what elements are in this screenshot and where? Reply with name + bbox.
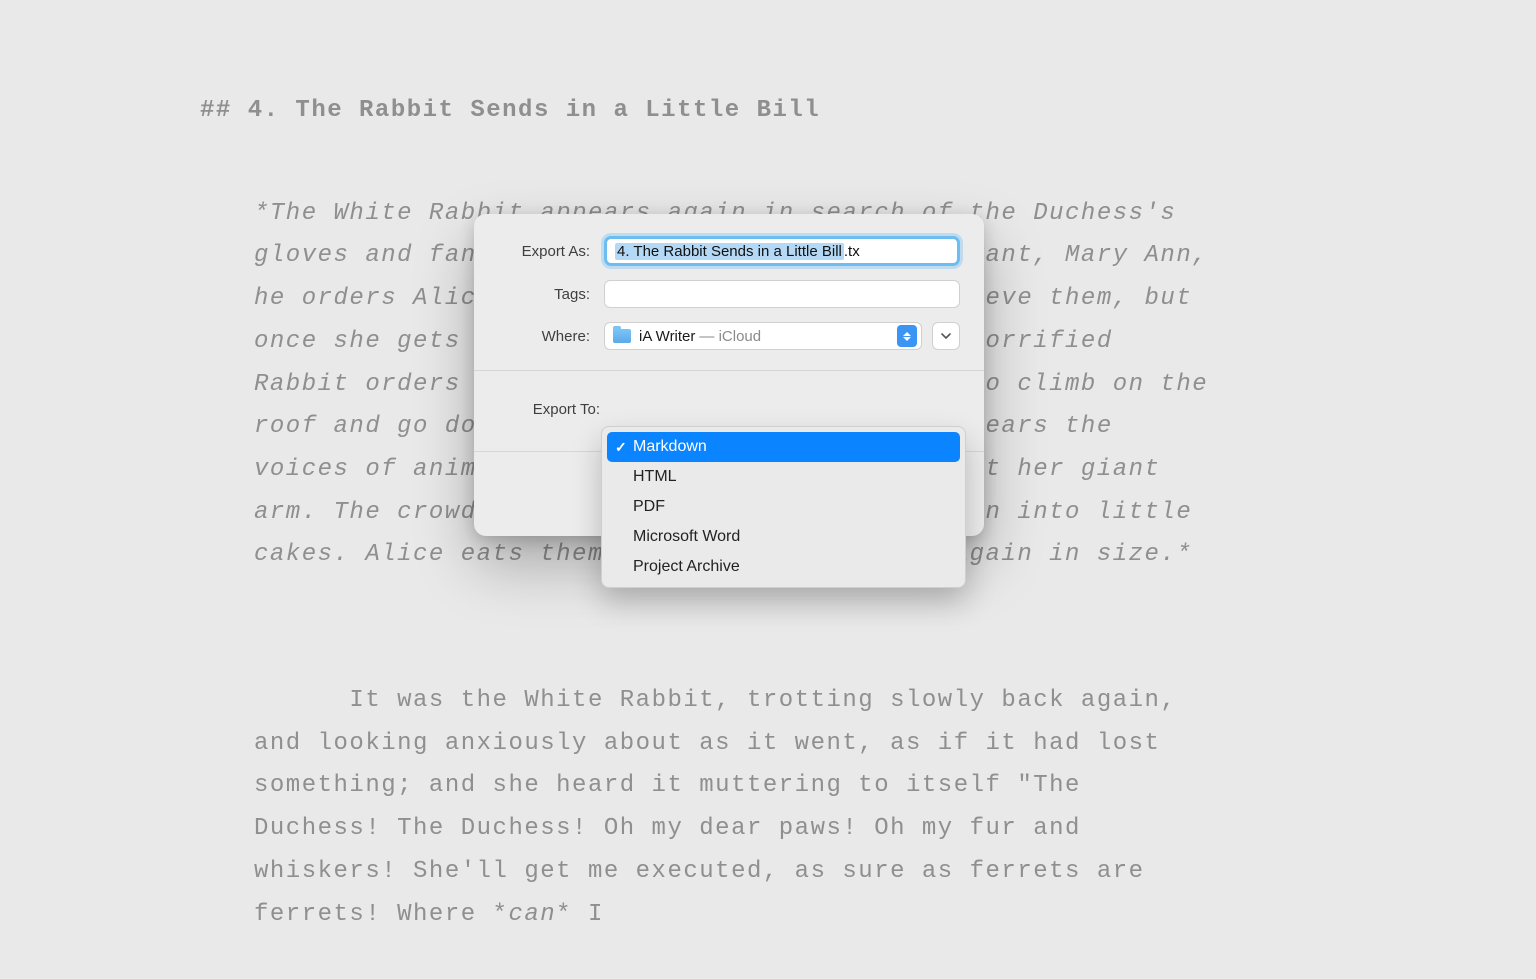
where-main-text: iA Writer: [639, 328, 695, 345]
export-as-label: Export As:: [498, 243, 604, 260]
export-to-label: Export To:: [498, 395, 614, 418]
where-label: Where:: [498, 328, 604, 345]
document-heading: ## 4. The Rabbit Sends in a Little Bill: [200, 90, 1210, 133]
tags-input[interactable]: [604, 280, 960, 308]
dropdown-item-label: Microsoft Word: [633, 528, 740, 546]
dropdown-item-markdown[interactable]: ✓ Markdown: [607, 432, 960, 462]
check-icon: ✓: [615, 439, 627, 456]
dropdown-item-pdf[interactable]: PDF: [607, 492, 960, 522]
filename-selected-text: 4. The Rabbit Sends in a Little Bill: [615, 243, 844, 260]
chevron-down-icon: [940, 330, 952, 342]
dropdown-item-html[interactable]: HTML: [607, 462, 960, 492]
export-filename-input[interactable]: 4. The Rabbit Sends in a Little Bill.tx: [604, 236, 960, 266]
where-row: Where: iA Writer — iCloud: [498, 322, 960, 350]
dialog-top-section: Export As: 4. The Rabbit Sends in a Litt…: [474, 214, 984, 370]
where-select[interactable]: iA Writer — iCloud: [604, 322, 922, 350]
dropdown-item-microsoft-word[interactable]: Microsoft Word: [607, 522, 960, 552]
folder-icon: [613, 329, 631, 343]
editor-background: ## 4. The Rabbit Sends in a Little Bill …: [0, 0, 1536, 865]
body-text-post: * I: [556, 901, 604, 928]
dropdown-item-project-archive[interactable]: Project Archive: [607, 552, 960, 582]
filename-extension: .tx: [844, 243, 860, 260]
tags-row: Tags:: [498, 280, 960, 308]
select-stepper-icon: [897, 325, 917, 347]
document-body: It was the White Rabbit, trotting slowly…: [254, 637, 1210, 979]
body-text-pre: It was the White Rabbit, trotting slowly…: [254, 687, 1192, 928]
dropdown-item-label: PDF: [633, 498, 665, 516]
export-format-dropdown: ✓ Markdown HTML PDF Microsoft Word Project Ar…: [601, 426, 966, 588]
expand-save-panel-button[interactable]: [932, 322, 960, 350]
dropdown-item-label: HTML: [633, 468, 677, 486]
tags-label: Tags:: [498, 286, 604, 303]
where-controls: iA Writer — iCloud: [604, 322, 960, 350]
dropdown-item-label: Markdown: [633, 438, 707, 456]
export-as-row: Export As: 4. The Rabbit Sends in a Litt…: [498, 236, 960, 266]
where-sub-text: — iCloud: [699, 328, 761, 345]
dropdown-item-label: Project Archive: [633, 558, 740, 576]
export-format-select[interactable]: [614, 395, 960, 423]
body-text-em: can: [508, 901, 556, 928]
